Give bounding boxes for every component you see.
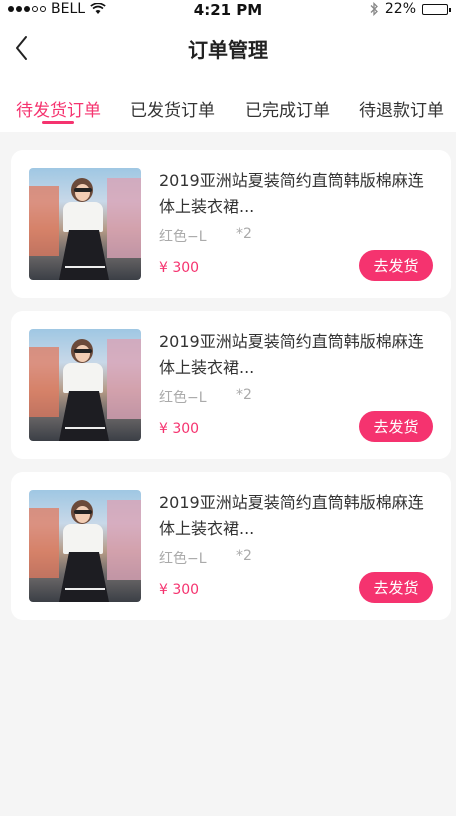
product-title: 2019亚洲站夏装简约直筒韩版棉麻连体上装衣裙...	[159, 171, 424, 216]
product-thumbnail[interactable]	[29, 168, 141, 280]
product-quantity: *2	[236, 226, 252, 242]
product-spec: 红色−L	[159, 551, 207, 567]
product-price: ¥ 300	[159, 421, 200, 437]
tab-pending-shipment[interactable]: 待发货订单	[16, 96, 101, 121]
product-quantity: *2	[236, 387, 252, 403]
product-price: ¥ 300	[159, 260, 200, 276]
order-card[interactable]: 2019亚洲站夏装简约直筒韩版棉麻连体上装衣裙... 红色−L *2 ¥ 300…	[11, 311, 451, 459]
active-tab-indicator	[42, 121, 74, 124]
nav-bar: 订单管理	[0, 20, 456, 76]
product-spec: 红色−L	[159, 390, 207, 406]
battery-icon	[422, 3, 451, 15]
product-title: 2019亚洲站夏装简约直筒韩版棉麻连体上装衣裙...	[159, 332, 424, 377]
battery-percent: 22%	[384, 1, 416, 17]
product-thumbnail[interactable]	[29, 329, 141, 441]
tab-pending-refund[interactable]: 待退款订单	[359, 96, 444, 121]
product-thumbnail[interactable]	[29, 490, 141, 602]
product-price: ¥ 300	[159, 582, 200, 598]
ship-order-button[interactable]: 去发货	[359, 250, 433, 281]
chevron-left-icon	[16, 36, 27, 60]
ship-order-button[interactable]: 去发货	[359, 572, 433, 603]
bluetooth-icon	[370, 2, 378, 16]
order-list: 2019亚洲站夏装简约直筒韩版棉麻连体上装衣裙... 红色−L *2 ¥ 300…	[11, 150, 451, 633]
status-right: 22%	[369, 1, 451, 17]
ship-order-button[interactable]: 去发货	[359, 411, 433, 442]
product-spec: 红色−L	[159, 229, 207, 245]
tab-shipped[interactable]: 已发货订单	[130, 96, 215, 121]
order-card[interactable]: 2019亚洲站夏装简约直筒韩版棉麻连体上装衣裙... 红色−L *2 ¥ 300…	[11, 150, 451, 298]
product-title: 2019亚洲站夏装简约直筒韩版棉麻连体上装衣裙...	[159, 493, 424, 538]
page-title: 订单管理	[188, 38, 268, 62]
back-button[interactable]	[10, 32, 40, 64]
status-bar: BELL 4:21 PM 22%	[0, 0, 456, 20]
product-quantity: *2	[236, 548, 252, 564]
order-card[interactable]: 2019亚洲站夏装简约直筒韩版棉麻连体上装衣裙... 红色−L *2 ¥ 300…	[11, 472, 451, 620]
tab-completed[interactable]: 已完成订单	[245, 96, 330, 121]
